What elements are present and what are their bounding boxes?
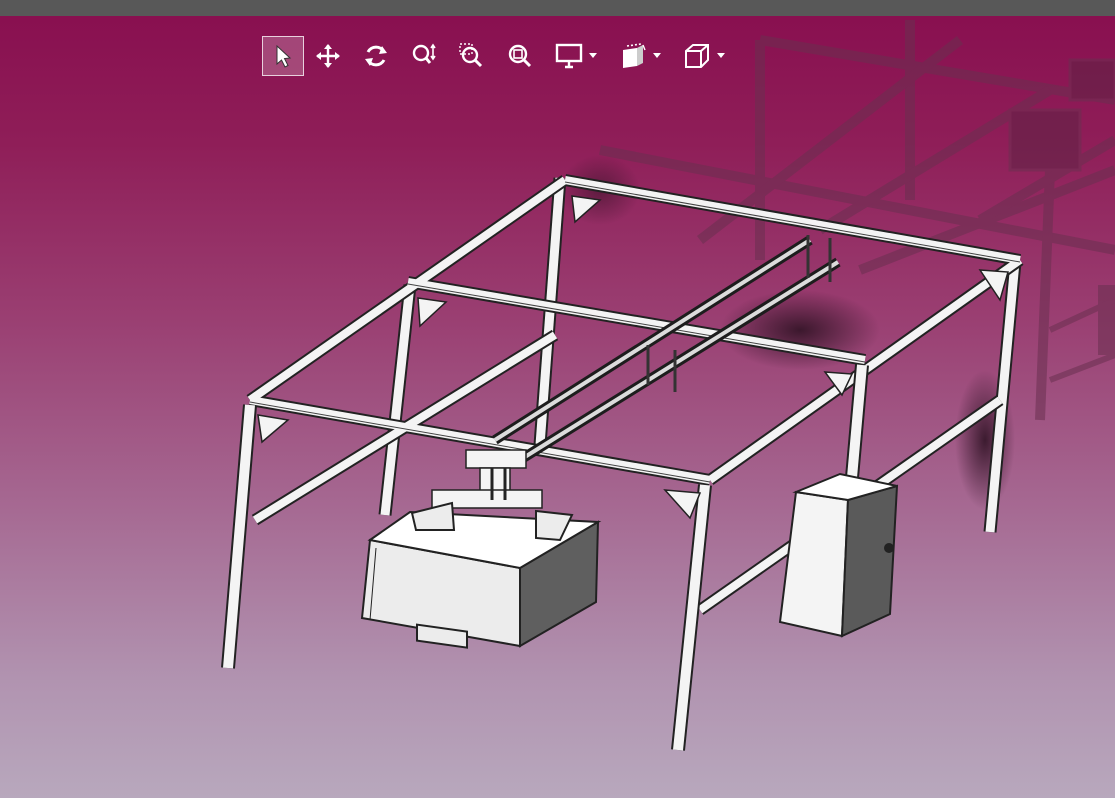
3d-viewport[interactable] xyxy=(0,16,1115,798)
control-cabinet xyxy=(778,472,899,638)
four-way-arrows-icon xyxy=(316,44,340,68)
zoom-tool-button[interactable] xyxy=(400,36,448,76)
gripper-head xyxy=(431,449,543,509)
zoom-updown-icon xyxy=(412,43,436,64)
chevron-down-icon xyxy=(653,53,661,58)
monitor-icon xyxy=(555,43,583,69)
pan-tool-button[interactable] xyxy=(304,36,352,76)
select-tool-button[interactable] xyxy=(262,36,304,76)
storage-crate xyxy=(360,501,602,649)
wireframe-cube-icon xyxy=(685,44,709,68)
standard-views-icon xyxy=(623,43,646,68)
zoom-fit-tool-button[interactable] xyxy=(496,36,544,76)
rotate-icon xyxy=(365,45,387,67)
view-orientation-menu-button[interactable] xyxy=(608,36,672,76)
view-toolbar xyxy=(262,35,736,77)
render-style-menu-button[interactable] xyxy=(672,36,736,76)
zoom-window-tool-button[interactable] xyxy=(448,36,496,76)
cursor-arrow-icon xyxy=(276,44,292,68)
zoom-window-icon xyxy=(459,43,483,68)
display-mode-menu-button[interactable] xyxy=(544,36,608,76)
chevron-down-icon xyxy=(717,53,725,58)
zoom-fit-icon xyxy=(508,44,532,68)
rotate-tool-button[interactable] xyxy=(352,36,400,76)
window-top-strip xyxy=(0,0,1115,16)
model-shadows xyxy=(560,155,1015,510)
aluminium-frame-top xyxy=(246,174,1024,615)
cad-model-scene[interactable] xyxy=(0,16,1115,798)
chevron-down-icon xyxy=(589,53,597,58)
